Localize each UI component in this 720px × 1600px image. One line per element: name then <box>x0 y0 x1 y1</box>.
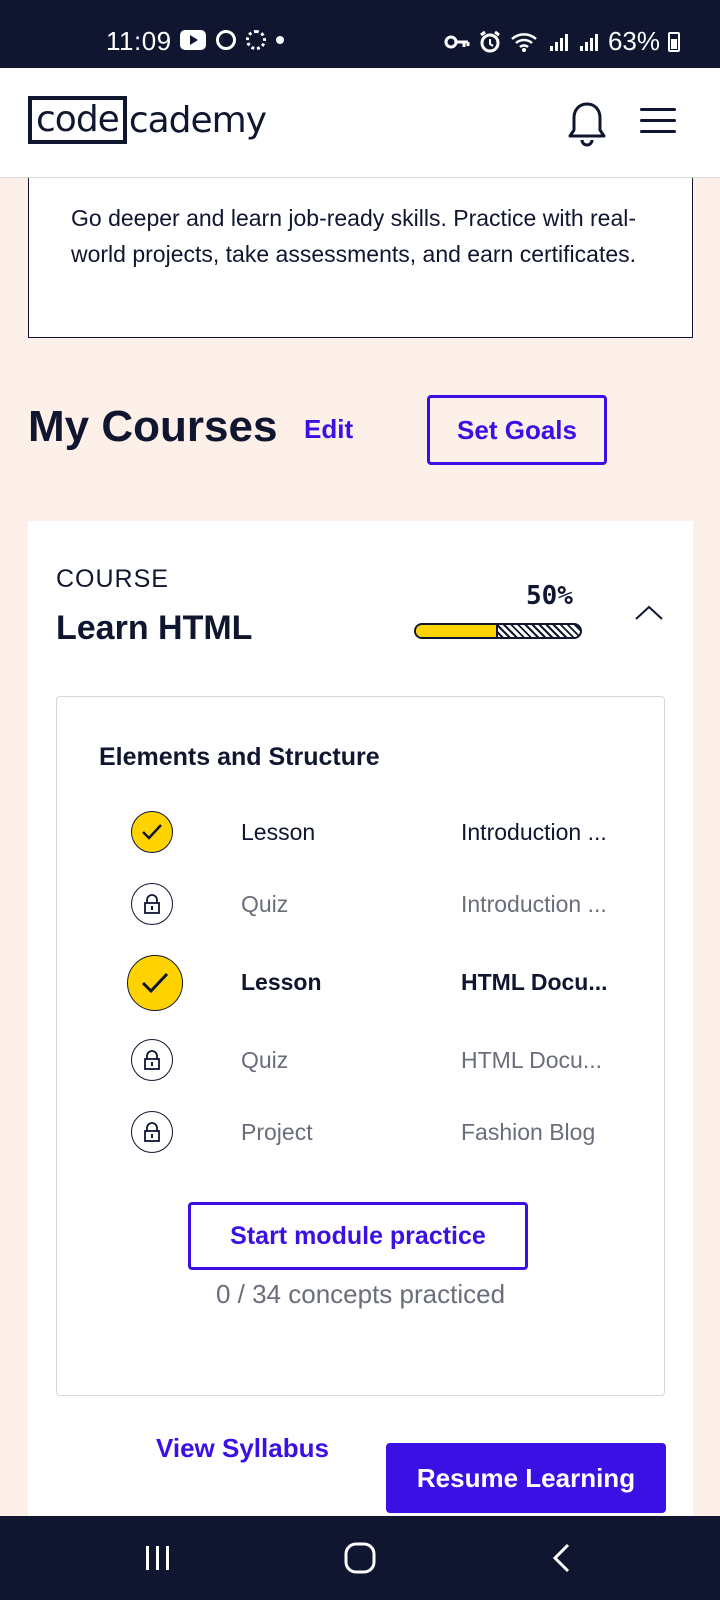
resume-learning-button[interactable]: Resume Learning <box>386 1443 666 1513</box>
item-name: HTML Docu... <box>461 1046 603 1073</box>
concepts-practiced-text: 0 / 34 concepts practiced <box>215 1279 506 1309</box>
menu-icon[interactable] <box>640 108 676 138</box>
list-item[interactable]: Quiz HTML Docu... <box>131 1035 603 1085</box>
signal-icon <box>549 33 568 51</box>
progress-bar <box>414 623 582 639</box>
status-time: 11:09 <box>106 26 172 56</box>
lock-icon <box>131 1111 173 1153</box>
list-item[interactable]: Lesson Introduction ... <box>131 807 607 857</box>
view-syllabus-link[interactable]: View Syllabus <box>156 1433 329 1464</box>
list-item[interactable]: Lesson HTML Docu... <box>127 955 608 1011</box>
item-name: HTML Docu... <box>461 968 608 995</box>
item-type: Lesson <box>241 818 316 845</box>
recent-apps-icon[interactable] <box>136 1536 180 1580</box>
edit-courses-link[interactable]: Edit <box>304 414 353 445</box>
vpn-key-icon <box>444 35 470 48</box>
module-title: Elements and Structure <box>99 743 380 771</box>
chevron-up-icon[interactable] <box>634 599 664 629</box>
module-box: Elements and Structure Lesson Introducti… <box>56 696 665 1396</box>
course-card: COURSE Learn HTML 50% Elements and Struc… <box>28 521 693 1516</box>
start-module-practice-button[interactable]: Start module practice <box>188 1202 528 1270</box>
bell-icon[interactable] <box>564 100 610 150</box>
item-name: Introduction ... <box>461 890 607 917</box>
loading-icon <box>246 30 266 50</box>
item-type: Project <box>241 1118 313 1145</box>
item-type: Quiz <box>241 890 289 917</box>
logo-boxed-text: code <box>28 96 127 144</box>
check-icon <box>127 955 183 1011</box>
course-title[interactable]: Learn HTML <box>56 609 252 648</box>
lock-icon <box>131 1039 173 1081</box>
youtube-icon <box>180 30 206 50</box>
progress-percent: 50% <box>526 581 573 611</box>
item-type: Quiz <box>241 1046 289 1073</box>
item-name: Introduction ... <box>461 818 607 845</box>
progress-fill <box>416 625 498 637</box>
status-bar: 11:09 63% <box>0 0 720 68</box>
list-item[interactable]: Project Fashion Blog <box>131 1107 601 1157</box>
course-kicker: COURSE <box>56 565 169 593</box>
app-header: code cademy <box>0 68 720 178</box>
check-icon <box>131 811 173 853</box>
battery-icon <box>668 31 680 52</box>
set-goals-button[interactable]: Set Goals <box>427 395 607 465</box>
more-notifications-dot-icon <box>276 36 284 44</box>
settings-notification-icon <box>216 30 236 50</box>
upgrade-card: Go deeper and learn job-ready skills. Pr… <box>28 178 693 338</box>
list-item[interactable]: Quiz Introduction ... <box>131 879 607 929</box>
logo-text: cademy <box>128 99 267 141</box>
wifi-icon <box>511 32 537 52</box>
battery-percent: 63% <box>607 26 660 56</box>
system-nav-bar <box>0 1516 720 1600</box>
lock-icon <box>131 883 173 925</box>
home-icon[interactable] <box>338 1536 382 1580</box>
codecademy-logo[interactable]: code cademy <box>28 96 267 144</box>
alarm-icon <box>480 30 500 52</box>
upgrade-description: Go deeper and learn job-ready skills. Pr… <box>71 205 637 267</box>
signal-icon-2 <box>579 33 598 51</box>
item-name: Fashion Blog <box>461 1118 596 1145</box>
back-icon[interactable] <box>540 1536 584 1580</box>
my-courses-title: My Courses <box>28 402 278 451</box>
item-type: Lesson <box>241 968 322 995</box>
system-icons: 63% <box>444 26 680 57</box>
notification-icons <box>180 30 284 50</box>
